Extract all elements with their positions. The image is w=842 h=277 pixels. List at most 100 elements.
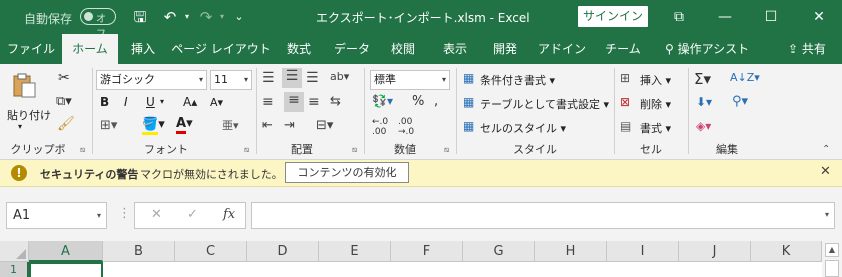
- orientation-icon[interactable]: ab▾: [330, 70, 349, 83]
- tab-view[interactable]: 表示: [432, 34, 478, 64]
- autosave-toggle[interactable]: オフ: [80, 8, 116, 40]
- font-color-icon[interactable]: A▾: [176, 116, 193, 134]
- redo-dropdown-icon[interactable]: ▾: [218, 6, 226, 28]
- paste-dropdown-icon[interactable]: ▾: [18, 122, 22, 131]
- merge-center-icon[interactable]: ⊟▾: [316, 118, 333, 133]
- resize-handle-icon[interactable]: ⋮: [118, 206, 131, 221]
- cell-styles-button[interactable]: セルのスタイル ▾: [480, 120, 566, 136]
- align-right-icon[interactable]: ≡: [308, 94, 320, 110]
- underline-dropdown-icon[interactable]: ▾: [160, 97, 164, 106]
- align-left-icon[interactable]: ≡: [262, 94, 274, 110]
- maximize-button[interactable]: ☐: [748, 0, 794, 34]
- percent-icon[interactable]: %: [412, 94, 424, 109]
- align-bottom-icon[interactable]: ☰: [306, 70, 319, 86]
- sign-in-button[interactable]: サインイン: [578, 6, 648, 27]
- decrease-indent-icon[interactable]: ⇤: [262, 118, 273, 133]
- format-painter-icon[interactable]: 🖌: [57, 116, 75, 132]
- vertical-scrollbar[interactable]: ▲: [822, 241, 842, 277]
- shrink-font-button[interactable]: A▾: [210, 96, 223, 109]
- row-header-1[interactable]: 1: [0, 262, 29, 277]
- undo-icon[interactable]: ↶: [160, 6, 180, 28]
- column-header-b[interactable]: B: [103, 241, 175, 262]
- tab-page-layout[interactable]: ページ レイアウト: [168, 34, 274, 64]
- undo-dropdown-icon[interactable]: ▾: [183, 6, 191, 28]
- format-cells-icon[interactable]: ▤: [620, 119, 631, 133]
- column-header-i[interactable]: I: [607, 241, 679, 262]
- fill-color-icon[interactable]: 🪣▾: [142, 117, 165, 135]
- insert-cells-button[interactable]: 挿入 ▾: [640, 72, 671, 88]
- column-header-j[interactable]: J: [679, 241, 751, 262]
- column-header-d[interactable]: D: [247, 241, 319, 262]
- ribbon-display-options-icon[interactable]: ⧉: [656, 0, 702, 34]
- wrap-text-icon[interactable]: ⇆: [330, 94, 341, 109]
- tab-developer[interactable]: 開発: [482, 34, 528, 64]
- fill-icon[interactable]: ⬇▾: [696, 95, 712, 109]
- conditional-format-icon[interactable]: ▦: [463, 71, 474, 85]
- increase-decimal-icon[interactable]: ←.0.00: [372, 117, 388, 137]
- cancel-entry-icon[interactable]: ✕: [151, 207, 162, 222]
- share-button[interactable]: ⇪ 共有: [788, 34, 826, 64]
- scroll-thumb[interactable]: [825, 260, 839, 277]
- collapse-ribbon-icon[interactable]: ⌃: [822, 144, 830, 155]
- bold-button[interactable]: B: [100, 95, 109, 109]
- delete-cells-icon[interactable]: ⊠: [620, 95, 630, 109]
- number-format-combo[interactable]: 標準 ▾: [370, 70, 450, 90]
- border-icon[interactable]: ⊞▾: [100, 118, 117, 133]
- tab-home[interactable]: ホーム: [62, 34, 118, 64]
- paste-button-label[interactable]: 貼り付け: [7, 107, 51, 123]
- cut-icon[interactable]: ✂: [58, 70, 70, 86]
- decrease-decimal-icon[interactable]: .00 →.0: [398, 117, 414, 137]
- autosum-icon[interactable]: Σ▾: [694, 70, 711, 88]
- phonetic-icon[interactable]: 亜▾: [222, 117, 239, 133]
- close-icon[interactable]: ✕: [820, 164, 831, 179]
- tell-me-search[interactable]: ⚲ 操作アシスト: [665, 34, 749, 64]
- delete-cells-button[interactable]: 削除 ▾: [640, 96, 671, 112]
- align-center-icon[interactable]: ≡: [284, 92, 304, 112]
- accounting-format-icon[interactable]: 💱▾: [372, 94, 393, 108]
- format-as-table-button[interactable]: テーブルとして書式設定 ▾: [480, 96, 609, 112]
- font-name-combo[interactable]: 游ゴシック ▾: [96, 70, 207, 90]
- tab-data[interactable]: データ: [326, 34, 378, 64]
- column-header-c[interactable]: C: [175, 241, 247, 262]
- redo-icon[interactable]: ↷: [196, 6, 216, 28]
- tab-formulas[interactable]: 数式: [276, 34, 322, 64]
- clear-icon[interactable]: ◈▾: [696, 119, 711, 133]
- tab-review[interactable]: 校閲: [380, 34, 426, 64]
- number-launcher-icon[interactable]: ⧅: [444, 145, 449, 155]
- insert-function-icon[interactable]: fx: [223, 207, 235, 222]
- save-icon[interactable]: 🖫: [130, 6, 150, 28]
- selected-cell[interactable]: [29, 262, 103, 277]
- font-launcher-icon[interactable]: ⧅: [244, 145, 249, 155]
- tab-insert[interactable]: 挿入: [120, 34, 166, 64]
- column-header-a[interactable]: A: [29, 241, 103, 262]
- column-header-k[interactable]: K: [751, 241, 822, 262]
- name-box[interactable]: A1 ▾: [6, 202, 107, 229]
- align-top-icon[interactable]: ☰: [262, 70, 275, 86]
- column-header-e[interactable]: E: [319, 241, 391, 262]
- comma-icon[interactable]: ,: [434, 94, 438, 109]
- expand-formula-bar-icon[interactable]: ▾: [825, 210, 829, 219]
- scroll-up-icon[interactable]: ▲: [825, 243, 839, 257]
- find-select-icon[interactable]: ⚲▾: [732, 94, 748, 109]
- column-header-g[interactable]: G: [463, 241, 535, 262]
- format-as-table-icon[interactable]: ▦: [463, 95, 474, 109]
- column-header-h[interactable]: H: [535, 241, 607, 262]
- select-all-button[interactable]: [0, 241, 29, 262]
- close-button[interactable]: ✕: [796, 0, 842, 34]
- alignment-launcher-icon[interactable]: ⧅: [352, 145, 357, 155]
- cell-styles-icon[interactable]: ▦: [463, 119, 474, 133]
- enable-content-button[interactable]: コンテンツの有効化: [285, 162, 409, 183]
- customize-qat-icon[interactable]: ⌄: [232, 6, 246, 28]
- underline-button[interactable]: U: [146, 95, 155, 109]
- tab-team[interactable]: チーム: [596, 34, 650, 64]
- column-header-f[interactable]: F: [391, 241, 463, 262]
- format-cells-button[interactable]: 書式 ▾: [640, 120, 671, 136]
- italic-button[interactable]: I: [124, 95, 128, 109]
- clipboard-launcher-icon[interactable]: ⧅: [80, 145, 85, 155]
- conditional-format-button[interactable]: 条件付き書式 ▾: [480, 72, 555, 88]
- sort-filter-icon[interactable]: A↓Z▾: [730, 71, 760, 84]
- align-middle-icon[interactable]: ☰: [282, 68, 302, 88]
- tab-file[interactable]: ファイル: [0, 34, 62, 64]
- confirm-entry-icon[interactable]: ✓: [187, 207, 198, 222]
- minimize-button[interactable]: —: [702, 0, 748, 34]
